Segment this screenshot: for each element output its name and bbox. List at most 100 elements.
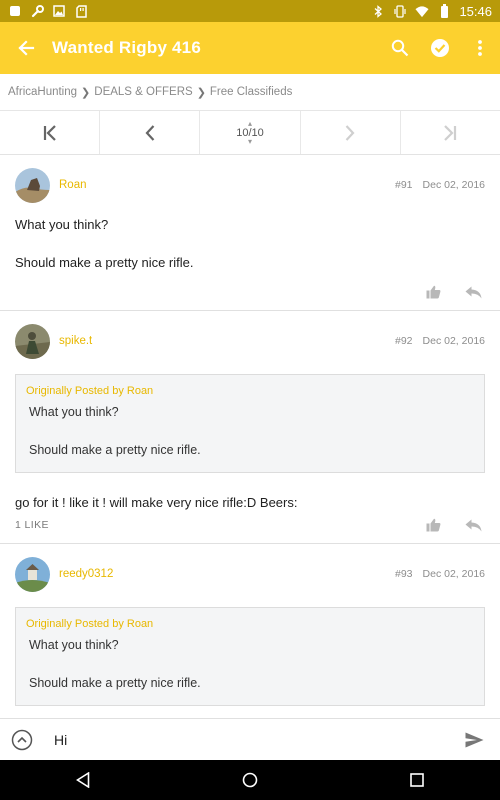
breadcrumb-item-classifieds[interactable]: Free Classifieds <box>210 86 292 98</box>
square-recents-icon <box>409 773 424 787</box>
avatar[interactable] <box>15 167 50 203</box>
nav-back-button[interactable] <box>53 760 113 800</box>
post: reedy0312 #93 Dec 02, 2016 Originally Po… <box>0 544 500 706</box>
post-number: #93 <box>395 568 413 580</box>
vibrate-icon <box>393 4 407 18</box>
like-count[interactable]: 1 LIKE <box>15 519 49 531</box>
thumbs-up-icon <box>426 285 440 299</box>
breadcrumb-item-deals[interactable]: DEALS & OFFERS <box>94 86 192 98</box>
page-selector[interactable]: ▴ 10/10 ▾ <box>199 111 299 154</box>
post: Roan #91 Dec 02, 2016 What you think? Sh… <box>0 155 500 311</box>
nav-home-button[interactable] <box>220 760 280 800</box>
quote-author: Originally Posted by Roan <box>26 385 154 397</box>
overflow-menu-button[interactable] <box>460 22 500 74</box>
back-button[interactable] <box>0 22 52 74</box>
search-button[interactable] <box>380 22 420 74</box>
like-button[interactable] <box>423 515 443 535</box>
quote-text-line: Should make a pretty nice rifle. <box>29 443 201 457</box>
last-page-button[interactable] <box>399 111 500 154</box>
square-icon <box>8 4 22 18</box>
last-page-icon <box>444 124 457 141</box>
post-header: spike.t #92 Dec 02, 2016 <box>15 311 485 371</box>
nav-recents-button[interactable] <box>387 760 447 800</box>
chevron-right-icon <box>345 124 355 141</box>
quote-text: What you think? Should make a pretty nic… <box>26 636 471 693</box>
post-meta: #91 Dec 02, 2016 <box>395 179 485 191</box>
triangle-back-icon <box>76 772 90 788</box>
status-time: 15:46 <box>459 3 492 19</box>
status-right: 15:46 <box>371 4 492 19</box>
reply-icon <box>465 286 481 298</box>
breadcrumb-item-forum[interactable]: AfricaHunting <box>8 86 77 98</box>
circle-home-icon <box>242 772 258 788</box>
post-body: What you think? Should make a pretty nic… <box>15 215 485 272</box>
system-nav-bar <box>0 760 500 800</box>
post-action-buttons <box>423 515 483 535</box>
mark-read-button[interactable] <box>420 22 460 74</box>
post-date: Dec 02, 2016 <box>422 179 485 191</box>
pager: ▴ 10/10 ▾ <box>0 111 500 155</box>
send-icon <box>465 732 483 747</box>
page-title: Wanted Rigby 416 <box>52 38 201 57</box>
wrench-icon <box>30 4 44 18</box>
post-meta: #92 Dec 02, 2016 <box>395 335 485 347</box>
reply-button[interactable] <box>463 515 483 535</box>
post-list: Roan #91 Dec 02, 2016 What you think? Sh… <box>0 155 500 718</box>
first-page-icon <box>43 124 56 141</box>
reply-composer <box>0 718 500 760</box>
post-meta: #93 Dec 02, 2016 <box>395 568 485 580</box>
avatar[interactable] <box>15 323 50 359</box>
post-actions <box>15 274 485 310</box>
quote-block: Originally Posted by Roan What you think… <box>15 374 485 473</box>
breadcrumb: AfricaHunting ❯ DEALS & OFFERS ❯ Free Cl… <box>0 74 500 111</box>
check-circle-icon <box>431 39 449 57</box>
bluetooth-icon <box>371 4 385 18</box>
post-text-line: What you think? <box>15 217 109 232</box>
thumbs-up-icon <box>426 518 440 532</box>
quote-text: What you think? Should make a pretty nic… <box>26 403 471 460</box>
chevron-right-icon: ❯ <box>81 86 91 99</box>
post-number: #92 <box>395 335 413 347</box>
first-page-button[interactable] <box>0 111 99 154</box>
app-actions <box>380 22 500 74</box>
post-date: Dec 02, 2016 <box>422 335 485 347</box>
chevron-up-circle-icon <box>11 729 33 750</box>
reply-input[interactable] <box>54 731 434 748</box>
quote-text-line: What you think? <box>29 638 119 652</box>
post-action-buttons <box>423 282 483 302</box>
app-bar: Wanted Rigby 416 <box>0 22 500 74</box>
arrow-back-icon <box>18 40 35 56</box>
quote-text-line: What you think? <box>29 405 119 419</box>
sd-card-icon <box>74 4 88 18</box>
post-header: Roan #91 Dec 02, 2016 <box>15 155 485 215</box>
quote-author: Originally Posted by Roan <box>26 618 154 630</box>
more-vert-icon <box>478 40 482 56</box>
search-icon <box>391 39 409 57</box>
reply-icon <box>465 519 481 531</box>
status-left <box>8 4 88 18</box>
post-header: reedy0312 #93 Dec 02, 2016 <box>15 544 485 604</box>
post-text-line: Should make a pretty nice rifle. <box>15 255 194 270</box>
username[interactable]: reedy0312 <box>59 568 113 580</box>
chevron-right-icon: ❯ <box>196 86 206 99</box>
reply-button[interactable] <box>463 282 483 302</box>
quote-text-line: Should make a pretty nice rifle. <box>29 676 201 690</box>
post: spike.t #92 Dec 02, 2016 Originally Post… <box>0 311 500 544</box>
expand-editor-button[interactable] <box>0 719 44 761</box>
chevron-down-icon: ▾ <box>248 136 253 146</box>
status-bar: 15:46 <box>0 0 500 22</box>
post-number: #91 <box>395 179 413 191</box>
like-button[interactable] <box>423 282 443 302</box>
chevron-left-icon <box>145 124 155 141</box>
wifi-icon <box>415 4 429 18</box>
next-page-button[interactable] <box>299 111 400 154</box>
screen: 15:46 Wanted Rigby 416 AfricaHunting ❯ D… <box>0 0 500 800</box>
quote-block: Originally Posted by Roan What you think… <box>15 607 485 706</box>
username[interactable]: Roan <box>59 179 87 191</box>
send-button[interactable] <box>448 719 500 761</box>
username[interactable]: spike.t <box>59 335 92 347</box>
image-icon <box>52 4 66 18</box>
battery-icon <box>437 4 451 18</box>
avatar[interactable] <box>15 556 50 592</box>
previous-page-button[interactable] <box>99 111 199 154</box>
